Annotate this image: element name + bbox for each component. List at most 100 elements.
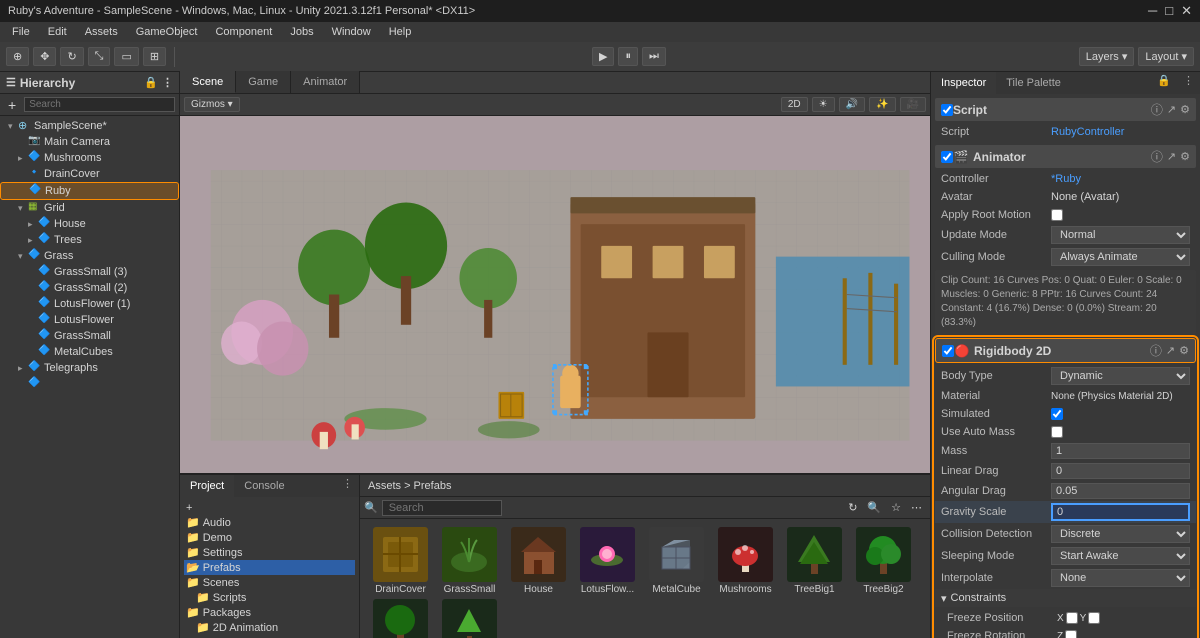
toolbar-move-btn[interactable]: ✥ [33, 47, 56, 66]
folder-2danim[interactable]: 📁 2D Animation [184, 620, 355, 635]
inspector-lock-icon[interactable]: 🔒 [1151, 72, 1177, 94]
hierarchy-item-trees[interactable]: ▸ 🔷 Trees [0, 232, 179, 248]
script-gear-icon[interactable]: ⚙ [1180, 103, 1190, 116]
asset-draincover[interactable]: DrainCover [368, 527, 433, 595]
menu-help[interactable]: Help [381, 24, 420, 40]
animator-updatemode-select[interactable]: Normal [1051, 226, 1190, 244]
toolbar-rotate-btn[interactable]: ↻ [60, 47, 83, 66]
tab-tile-palette[interactable]: Tile Palette [996, 72, 1071, 94]
toolbar-rect-btn[interactable]: ▭ [114, 47, 138, 66]
asset-treelittle[interactable]: TreeLittle [437, 599, 502, 638]
script-enable-checkbox[interactable] [941, 104, 953, 116]
menu-jobs[interactable]: Jobs [282, 24, 321, 40]
scene-canvas[interactable] [180, 116, 930, 473]
hierarchy-item-maincamera[interactable]: 📷 Main Camera [0, 134, 179, 150]
hierarchy-item-draincover[interactable]: 🔹 DrainCover [0, 166, 179, 182]
simulated-checkbox[interactable] [1051, 408, 1063, 420]
inspector-menu-icon[interactable]: ⋮ [1177, 72, 1200, 94]
linear-drag-input[interactable] [1051, 463, 1190, 479]
camera-preview-btn[interactable]: 🎥 [900, 97, 926, 112]
asset-refresh-btn[interactable]: ↻ [844, 499, 861, 516]
animator-expand-icon[interactable]: ↗ [1167, 150, 1176, 163]
hierarchy-item-lotusflower1[interactable]: 🔷 LotusFlower [0, 312, 179, 328]
hierarchy-item-telegraphs[interactable]: 🔷 [0, 376, 179, 392]
folder-scenes[interactable]: 📁 Scenes [184, 575, 355, 590]
menu-window[interactable]: Window [324, 24, 379, 40]
folder-scripts[interactable]: 📁 Scripts [184, 590, 355, 605]
tab-game[interactable]: Game [236, 71, 291, 93]
use-auto-mass-checkbox[interactable] [1051, 426, 1063, 438]
hierarchy-item-grass[interactable]: ▾ 🔷 Grass [0, 248, 179, 264]
gravity-scale-input[interactable] [1051, 503, 1190, 521]
toolbar-scale-btn[interactable]: ⤡ [88, 47, 111, 66]
sleeping-mode-select[interactable]: Start Awake [1051, 547, 1190, 565]
hierarchy-menu-icon[interactable]: ⋮ [162, 76, 173, 89]
hierarchy-item-lotusflower[interactable]: 🔷 GrassSmall [0, 328, 179, 344]
tab-animator[interactable]: Animator [291, 71, 360, 93]
hierarchy-item-grid[interactable]: ▾ ▦ Grid [0, 200, 179, 216]
asset-search-input[interactable] [382, 500, 502, 516]
scene-view[interactable] [180, 116, 930, 473]
menu-edit[interactable]: Edit [40, 24, 75, 40]
asset-mushrooms[interactable]: Mushrooms [713, 527, 778, 595]
hierarchy-item-grasssmall2[interactable]: 🔷 LotusFlower (1) [0, 296, 179, 312]
fx-btn[interactable]: ✨ [869, 97, 895, 112]
hierarchy-item-mushrooms[interactable]: ▸ 🔷 Mushrooms [0, 150, 179, 166]
menu-file[interactable]: File [4, 24, 38, 40]
constraints-header-row[interactable]: ▾ Constraints [935, 589, 1196, 607]
hierarchy-item-metalcubes[interactable]: ▸ 🔷 Telegraphs [0, 360, 179, 376]
hierarchy-item-grasssmall-single[interactable]: 🔷 MetalCubes [0, 344, 179, 360]
hierarchy-item-grasssmall3[interactable]: 🔷 GrassSmall (2) [0, 280, 179, 296]
angular-drag-input[interactable] [1051, 483, 1190, 499]
menu-gameobject[interactable]: GameObject [128, 24, 206, 40]
interpolate-select[interactable]: None [1051, 569, 1190, 587]
light-btn[interactable]: ☀ [812, 97, 835, 112]
folder-audio[interactable]: 📁 Audio [184, 515, 355, 530]
freeze-pos-x-checkbox[interactable] [1066, 612, 1078, 624]
asset-grasssmall[interactable]: GrassSmall [437, 527, 502, 595]
asset-house[interactable]: House [506, 527, 571, 595]
layout-btn[interactable]: Layout ▾ [1138, 47, 1194, 66]
asset-metalcube[interactable]: MetalCube [644, 527, 709, 595]
layers-btn[interactable]: Layers ▾ [1079, 47, 1135, 66]
animator-culling-select[interactable]: Always Animate [1051, 248, 1190, 266]
play-button[interactable]: ▶ [592, 47, 614, 66]
script-expand-icon[interactable]: ↗ [1167, 103, 1176, 116]
folder-packages[interactable]: 📁 Packages [184, 605, 355, 620]
menu-assets[interactable]: Assets [77, 24, 126, 40]
hierarchy-item-ruby[interactable]: 🔷 Ruby [0, 182, 179, 200]
tab-inspector[interactable]: Inspector [931, 72, 996, 94]
titlebar-controls[interactable]: ─ □ ✕ [1148, 3, 1192, 19]
step-button[interactable]: ⏭ [642, 47, 666, 66]
2d-btn[interactable]: 2D [781, 97, 808, 112]
hierarchy-search-input[interactable] [24, 97, 175, 112]
folder-settings[interactable]: 📁 Settings [184, 545, 355, 560]
freeze-pos-y-checkbox[interactable] [1088, 612, 1100, 624]
asset-search2-btn[interactable]: 🔍 [863, 499, 885, 516]
animator-gear-icon[interactable]: ⚙ [1180, 150, 1190, 163]
tab-project[interactable]: Project [180, 475, 234, 497]
hierarchy-add-btn[interactable]: + [4, 95, 20, 115]
menu-component[interactable]: Component [207, 24, 280, 40]
hierarchy-lock-icon[interactable]: 🔒 [144, 76, 158, 89]
asset-treebig2[interactable]: TreeBig2 [851, 527, 916, 595]
project-menu-icon[interactable]: ⋮ [336, 475, 359, 497]
minimize-button[interactable]: ─ [1148, 3, 1157, 19]
folder-demo[interactable]: 📁 Demo [184, 530, 355, 545]
audio-btn[interactable]: 🔊 [839, 97, 865, 112]
tab-console[interactable]: Console [234, 475, 294, 497]
asset-star-btn[interactable]: ☆ [887, 499, 905, 516]
close-button[interactable]: ✕ [1181, 3, 1192, 19]
pause-button[interactable]: ⏸ [618, 47, 638, 66]
asset-lotusflow[interactable]: LotusFlow... [575, 527, 640, 595]
folder-add-btn[interactable]: + [184, 501, 355, 515]
animator-applyroot-checkbox[interactable] [1051, 209, 1063, 221]
hierarchy-item-samplescene[interactable]: ▾ ⊕ SampleScene* [0, 118, 179, 134]
toolbar-transform-btn[interactable]: ⊕ [6, 47, 29, 66]
mass-input[interactable] [1051, 443, 1190, 459]
asset-treebig3[interactable]: TreeBig3 [368, 599, 433, 638]
freeze-rot-z-checkbox[interactable] [1065, 630, 1077, 638]
rigidbody2d-expand-icon[interactable]: ↗ [1166, 344, 1175, 357]
folder-prefabs[interactable]: 📂 Prefabs [184, 560, 355, 575]
bodytype-select[interactable]: Dynamic [1051, 367, 1190, 385]
